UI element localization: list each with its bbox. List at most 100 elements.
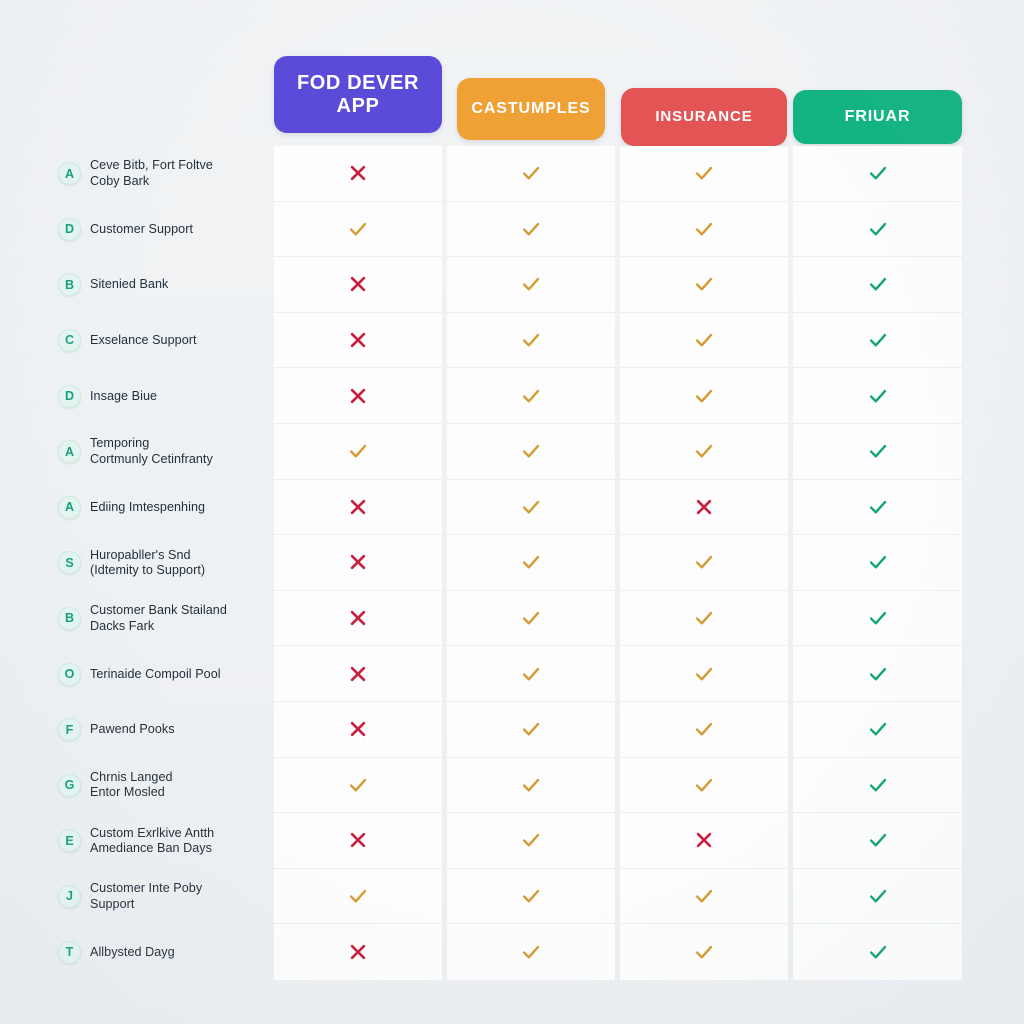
comparison-cell[interactable] (620, 924, 788, 980)
check-icon (520, 329, 542, 351)
comparison-cell[interactable] (447, 535, 615, 591)
comparison-cell[interactable] (274, 201, 442, 258)
row-label-cell: C Exselance Support (58, 313, 268, 369)
check-icon (347, 885, 369, 907)
row-label-cell: A Ceve Bitb, Fort Foltve Coby Bark (58, 146, 268, 202)
row-label-cell: O Terinaide Compoil Pool (58, 646, 268, 702)
comparison-cell[interactable] (274, 924, 442, 980)
comparison-cell[interactable] (620, 590, 788, 647)
check-icon (867, 941, 889, 963)
comparison-cell[interactable] (447, 312, 615, 369)
row-label-cell: B Sitenied Bank (58, 257, 268, 313)
comparison-cell[interactable] (274, 479, 442, 536)
comparison-cell[interactable] (793, 146, 962, 202)
comparison-cell[interactable] (620, 868, 788, 925)
comparison-cell[interactable] (447, 146, 615, 202)
table-row: S Huropabller's Snd (Idtemity to Support) (0, 535, 1024, 591)
comparison-cell[interactable] (447, 757, 615, 814)
comparison-cell[interactable] (274, 868, 442, 925)
comparison-cell[interactable] (620, 702, 788, 758)
row-label-text: Huropabller's Snd (Idtemity to Support) (90, 547, 206, 577)
comparison-cell[interactable] (274, 590, 442, 647)
check-icon (693, 551, 715, 573)
cross-icon (347, 385, 369, 407)
row-label-cell: B Customer Bank Stailand Dacks Fark (58, 591, 268, 647)
row-badge-icon: S (58, 551, 81, 575)
column-header-pill-1[interactable]: CASTUMPLES (457, 78, 605, 140)
table-row: D Customer Support (0, 201, 1024, 258)
comparison-cell[interactable] (447, 646, 615, 702)
row-label-text: Customer Inte Poby Support (90, 881, 203, 911)
comparison-cell[interactable] (793, 535, 962, 591)
check-icon (520, 663, 542, 685)
column-header-pill-2[interactable]: INSURANCE (621, 88, 787, 146)
comparison-cell[interactable] (793, 257, 962, 313)
comparison-cell[interactable] (793, 312, 962, 369)
row-badge-icon: E (58, 829, 81, 853)
comparison-cell[interactable] (447, 424, 615, 480)
column-header-pill-3[interactable]: FRIUAR (793, 90, 962, 144)
comparison-cell[interactable] (447, 368, 615, 424)
comparison-cell[interactable] (793, 368, 962, 424)
comparison-cell[interactable] (274, 257, 442, 313)
comparison-cell[interactable] (274, 535, 442, 591)
comparison-cell[interactable] (620, 424, 788, 480)
comparison-cell[interactable] (620, 646, 788, 702)
check-icon (693, 329, 715, 351)
row-label-text: Ceve Bitb, Fort Foltve Coby Bark (90, 158, 213, 188)
comparison-cell[interactable] (793, 924, 962, 980)
comparison-cell[interactable] (793, 479, 962, 536)
comparison-cell[interactable] (447, 813, 615, 869)
comparison-cell[interactable] (274, 646, 442, 702)
comparison-grid: A Ceve Bitb, Fort Foltve Coby Bark D Custom… (0, 146, 1024, 984)
comparison-cell[interactable] (274, 312, 442, 369)
comparison-cell[interactable] (620, 146, 788, 202)
comparison-cell[interactable] (793, 201, 962, 258)
row-badge-icon: B (58, 607, 81, 631)
comparison-cell[interactable] (274, 757, 442, 814)
comparison-cell[interactable] (793, 702, 962, 758)
check-icon (693, 885, 715, 907)
comparison-cell[interactable] (447, 924, 615, 980)
table-row: D Insage Biue (0, 368, 1024, 424)
comparison-cell[interactable] (620, 201, 788, 258)
comparison-cell[interactable] (447, 479, 615, 536)
comparison-cell[interactable] (447, 702, 615, 758)
comparison-cell[interactable] (274, 702, 442, 758)
column-header-pill-0[interactable]: FOD DEVER APP (274, 56, 442, 133)
table-row: C Exselance Support (0, 312, 1024, 369)
check-icon (867, 218, 889, 240)
comparison-cell[interactable] (793, 424, 962, 480)
comparison-cell[interactable] (620, 535, 788, 591)
comparison-cell[interactable] (447, 257, 615, 313)
check-icon (867, 162, 889, 184)
comparison-cell[interactable] (447, 590, 615, 647)
comparison-cell[interactable] (793, 868, 962, 925)
cross-icon (347, 829, 369, 851)
comparison-cell[interactable] (447, 201, 615, 258)
check-icon (520, 885, 542, 907)
check-icon (520, 440, 542, 462)
row-label-cell: A Temporing Cortmunly Cetinfranty (58, 424, 268, 480)
comparison-cell[interactable] (620, 813, 788, 869)
comparison-cell[interactable] (447, 868, 615, 925)
comparison-cell[interactable] (793, 813, 962, 869)
check-icon (693, 774, 715, 796)
comparison-cell[interactable] (620, 257, 788, 313)
comparison-cell[interactable] (274, 813, 442, 869)
check-icon (520, 496, 542, 518)
comparison-cell[interactable] (620, 368, 788, 424)
comparison-cell[interactable] (793, 646, 962, 702)
table-row: O Terinaide Compoil Pool (0, 646, 1024, 702)
comparison-cell[interactable] (620, 757, 788, 814)
comparison-cell[interactable] (274, 424, 442, 480)
comparison-cell[interactable] (793, 757, 962, 814)
comparison-cell[interactable] (793, 590, 962, 647)
comparison-cell[interactable] (274, 146, 442, 202)
comparison-cell[interactable] (620, 312, 788, 369)
row-label-text: Custom Exrlkive Antth Amediance Ban Days (90, 825, 215, 855)
row-badge-icon: B (58, 273, 81, 297)
comparison-cell[interactable] (274, 368, 442, 424)
comparison-cell[interactable] (620, 479, 788, 536)
check-icon (347, 440, 369, 462)
